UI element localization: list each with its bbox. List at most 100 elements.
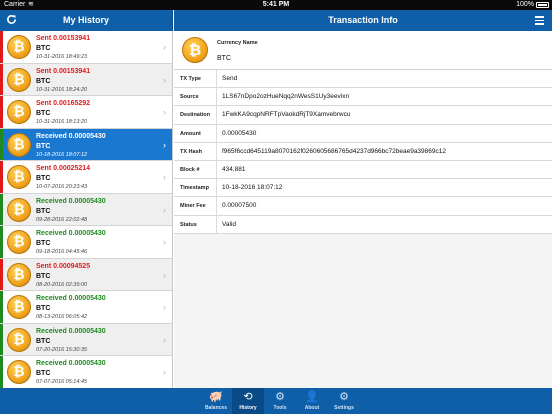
list-item[interactable]: ₿ Received 0.00005430 BTC 08-13-2016 06:05:… (0, 291, 172, 324)
status-indicator (0, 323, 3, 355)
detail-row: Block # 434,881 (174, 160, 552, 180)
status-indicator (0, 193, 3, 225)
field-value: 1FwkKA9cqpNRFTpVaokdRjT9Xamvebrwcu (222, 111, 351, 119)
gear-icon: ⚙ (339, 391, 349, 403)
tab-balances[interactable]: 🐖 Balances (200, 388, 232, 414)
currency-text: BTC (36, 337, 51, 345)
currency-row: ₿ Currency Name BTC (174, 31, 552, 70)
amount-text: Sent 0.00025214 (36, 165, 91, 172)
list-item[interactable]: ₿ Sent 0.00153941 BTC 10-31-2016 18:49:23 › (0, 31, 172, 64)
chevron-right-icon: › (163, 42, 166, 52)
detail-table: TX Type Send Source 1LS67nDpo2ozHueNqq2nWes… (174, 70, 552, 234)
divider (216, 215, 217, 233)
battery-icon (536, 2, 549, 8)
amount-text: Received 0.00005430 (36, 360, 106, 367)
bitcoin-icon: ₿ (7, 132, 31, 157)
detail-row: Miner Fee 0.00007500 (174, 197, 552, 216)
chevron-right-icon: › (163, 302, 166, 312)
chevron-right-icon: › (163, 172, 166, 182)
field-label: TX Hash (180, 148, 203, 155)
field-value: Send (222, 75, 238, 82)
chevron-right-icon: › (163, 237, 166, 247)
list-item[interactable]: ₿ Sent 0.00025214 BTC 10-07-2016 20:23:43 › (0, 161, 172, 194)
detail-row: TX Hash f965f6ccd645119a8070162f026060568… (174, 142, 552, 161)
list-item[interactable]: ₿ Received 0.00005430 BTC 09-18-2016 04:45:… (0, 226, 172, 259)
field-label: Timestamp (180, 185, 209, 192)
divider (216, 124, 217, 142)
list-item[interactable]: ₿ Sent 0.00153941 BTC 10-31-2016 18:24:20 › (0, 63, 172, 96)
divider (216, 179, 217, 197)
list-item[interactable]: ₿ Sent 0.00094525 BTC 08-20-2016 02:39:00 › (0, 258, 172, 291)
date-text: 10-31-2016 18:49:23 (36, 54, 88, 60)
tab-tools[interactable]: ⚙ Tools (264, 388, 296, 414)
date-text: 07-07-2016 05:14:45 (36, 379, 88, 385)
tab-bar: 🐖 Balances ⟲ History ⚙ Tools 👤 About ⚙ Settings (0, 388, 552, 414)
bitcoin-icon: ₿ (7, 67, 31, 92)
chevron-right-icon: › (163, 334, 166, 345)
currency-value: BTC (217, 55, 231, 62)
status-bar: Carrier ≋ 5:41 PM 100% (0, 0, 552, 10)
history-list[interactable]: ₿ Sent 0.00153941 BTC 10-31-2016 18:49:23 › ₿… (0, 31, 173, 388)
clock: 5:41 PM (262, 1, 290, 8)
status-indicator (0, 31, 3, 63)
history-icon: ⟲ (243, 391, 253, 403)
list-item[interactable]: ₿ Received 0.00005430 BTC 07-20-2016 15:30:… (0, 323, 172, 356)
divider (216, 160, 217, 179)
status-indicator (0, 226, 3, 258)
currency-text: BTC (36, 45, 51, 52)
detail-row: TX Type Send (174, 70, 552, 89)
divider (216, 197, 217, 215)
list-item[interactable]: ₿ Received 0.00005430 BTC 10-18-2016 18:07:… (0, 128, 172, 161)
tab-label: Settings (334, 405, 354, 411)
status-indicator (0, 291, 3, 323)
list-icon[interactable] (533, 14, 546, 27)
divider (216, 70, 217, 88)
transaction-title: Transaction Info (328, 15, 398, 25)
gears-icon: ⚙ (275, 391, 285, 403)
refresh-icon-glyph (7, 14, 16, 24)
status-indicator (0, 96, 3, 128)
tab-label: Tools (273, 405, 287, 411)
tab-label: History (239, 405, 257, 411)
field-value: 0.00007500 (222, 202, 257, 210)
piggy-bank-icon: 🐖 (209, 391, 223, 403)
status-indicator (0, 356, 3, 388)
field-value: f965f6ccd645119a8070162f0260605686765d42… (222, 147, 446, 155)
divider (216, 88, 217, 106)
field-value: 1LS67nDpo2ozHueNqq2nWesS1Uy3eevixn (222, 93, 350, 101)
currency-text: BTC (36, 110, 51, 117)
status-indicator (0, 258, 3, 290)
list-item[interactable]: ₿ Received 0.00005430 BTC 09-28-2016 22:02:… (0, 193, 172, 226)
date-text: 08-20-2016 02:39:00 (36, 281, 88, 288)
currency-text: BTC (36, 240, 51, 247)
currency-text: BTC (36, 370, 51, 377)
tab-settings[interactable]: ⚙ Settings (328, 388, 360, 414)
field-value: 434,881 (222, 165, 246, 173)
bitcoin-icon: ₿ (7, 35, 31, 59)
detail-row: Source 1LS67nDpo2ozHueNqq2nWesS1Uy3eevixn (174, 88, 552, 107)
list-item[interactable]: ₿ Received 0.00005430 BTC 07-07-2016 05:14:… (0, 356, 172, 388)
list-item[interactable]: ₿ Sent 0.00165292 BTC 10-31-2016 18:13:20 › (0, 96, 172, 129)
field-label: Status (180, 221, 197, 228)
refresh-icon[interactable] (5, 14, 18, 27)
date-text: 09-18-2016 04:45:46 (36, 249, 88, 255)
bitcoin-icon: ₿ (7, 230, 31, 254)
transaction-detail: ₿ Currency Name BTC TX Type Send Source 1LS… (174, 31, 552, 388)
date-text: 07-20-2016 15:30:35 (36, 346, 88, 353)
field-value: Valid (222, 220, 236, 228)
amount-text: Sent 0.00153941 (36, 35, 91, 42)
currency-text: BTC (36, 77, 51, 85)
tab-history[interactable]: ⟲ History (232, 388, 264, 414)
tab-about[interactable]: 👤 About (296, 388, 328, 414)
field-value: 0.00005430 (222, 129, 257, 137)
bitcoin-icon: ₿ (7, 262, 31, 287)
field-label: Block # (180, 166, 200, 173)
field-label: Miner Fee (180, 203, 206, 210)
history-title: My History (62, 15, 109, 25)
currency-text: BTC (36, 175, 51, 182)
field-label: Destination (180, 112, 210, 119)
date-text: 10-31-2016 18:24:20 (36, 86, 88, 93)
bitcoin-icon: ₿ (7, 165, 31, 189)
status-indicator (0, 161, 3, 193)
amount-text: Sent 0.00153941 (36, 67, 91, 75)
